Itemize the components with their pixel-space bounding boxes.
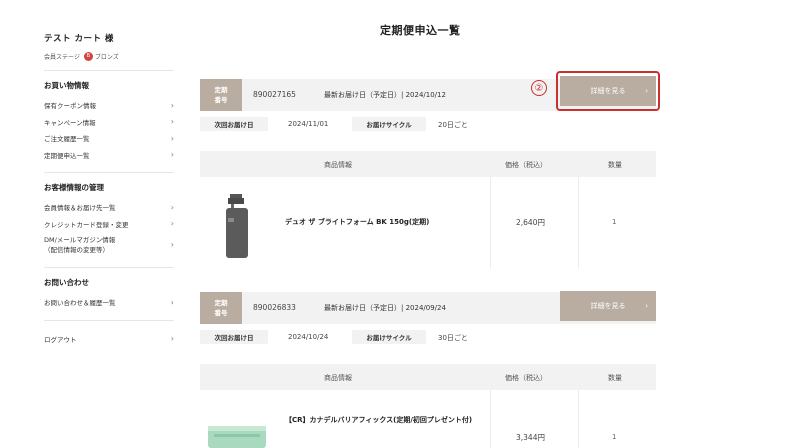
- sidebar-item-inquiries[interactable]: お問い合わせ＆履歴一覧 ›: [44, 294, 174, 311]
- sidebar-item-credit-card[interactable]: クレジットカード登録・変更 ›: [44, 216, 174, 233]
- next-delivery-label: 次回お届け日: [200, 117, 268, 131]
- product-image[interactable]: [206, 424, 268, 448]
- product-name[interactable]: 【CR】カナデルバリアフィックス(定期/初回プレゼント付): [285, 414, 485, 426]
- section-heading-shopping: お買い物情報: [44, 81, 89, 90]
- bronze-medal-icon: B: [83, 52, 93, 61]
- cycle-label: お届けサイクル: [352, 117, 426, 131]
- cycle-label: お届けサイクル: [352, 330, 426, 344]
- rank-value: ブロンズ: [94, 54, 119, 61]
- cycle-value: 20日ごと: [438, 121, 468, 129]
- section-heading-contact: お問い合わせ: [44, 278, 89, 287]
- annotation-step-number: ②: [531, 80, 547, 96]
- col-price: 価格（税込）: [505, 161, 547, 169]
- latest-delivery-date: 最新お届け日（予定日）| 2024/09/24: [324, 304, 446, 312]
- sidebar-item-order-history[interactable]: ご注文履歴一覧 ›: [44, 130, 174, 147]
- next-delivery-label: 次回お届け日: [200, 330, 268, 344]
- member-rank: 会員ステージ B ブロンズ: [44, 52, 174, 61]
- product-name[interactable]: デュオ ザ ブライトフォーム BK 150g(定期): [285, 216, 475, 228]
- logout-link[interactable]: ログアウト ›: [44, 331, 174, 348]
- sidebar-item-subscriptions[interactable]: 定期便申込一覧 ›: [44, 147, 174, 164]
- divider: [490, 390, 491, 448]
- section-heading-customer: お客様情報の管理: [44, 183, 104, 192]
- sidebar-item-member-info[interactable]: 会員情報＆お届け先一覧 ›: [44, 199, 174, 216]
- product-price: 3,344円: [516, 433, 545, 442]
- next-delivery-date: 2024/10/24: [288, 333, 329, 341]
- divider: [578, 390, 579, 448]
- divider: [44, 70, 174, 71]
- divider: [44, 319, 174, 321]
- col-qty: 数量: [608, 374, 622, 382]
- col-product: 商品情報: [324, 161, 352, 169]
- page-title: 定期便申込一覧: [380, 24, 461, 37]
- sidebar-item-newsletter[interactable]: DM/メールマガジン情報 （配信情報の変更等） ›: [44, 232, 174, 258]
- col-price: 価格（税込）: [505, 374, 547, 382]
- chevron-right-icon: ›: [170, 133, 174, 143]
- table-row: 【CR】カナデルバリアフィックス(定期/初回プレゼント付) 3,344円 1: [200, 390, 656, 448]
- chevron-right-icon: ›: [170, 117, 174, 127]
- order-badge: 定期 番号: [200, 79, 242, 111]
- order-number: 890026833: [253, 303, 296, 312]
- product-price: 2,640円: [516, 218, 545, 227]
- product-image[interactable]: [220, 192, 254, 260]
- divider: [44, 172, 174, 173]
- product-table-header: 商品情報 価格（税込） 数量: [200, 364, 656, 390]
- chevron-right-icon: ›: [170, 219, 174, 229]
- chevron-right-icon: ›: [170, 202, 174, 212]
- sidebar-item-coupons[interactable]: 保有クーポン情報 ›: [44, 97, 174, 114]
- rank-label: 会員ステージ: [44, 54, 80, 61]
- col-qty: 数量: [608, 161, 622, 169]
- order-number: 890027165: [253, 90, 296, 99]
- divider: [490, 177, 491, 269]
- sidebar: テスト カート 様 会員ステージ B ブロンズ お買い物情報 保有クーポン情報 ›…: [44, 22, 174, 347]
- order-badge: 定期 番号: [200, 292, 242, 324]
- chevron-right-icon: ›: [170, 297, 174, 307]
- cycle-value: 30日ごと: [438, 334, 468, 342]
- divider: [578, 177, 579, 269]
- sidebar-item-campaigns[interactable]: キャンペーン情報 ›: [44, 114, 174, 131]
- product-table-header: 商品情報 価格（税込） 数量: [200, 151, 656, 177]
- table-row: デュオ ザ ブライトフォーム BK 150g(定期) 2,640円 1: [200, 177, 656, 269]
- delivery-info-row: 次回お届け日 2024/11/01 お届けサイクル 20日ごと: [200, 117, 500, 133]
- delivery-info-row: 次回お届け日 2024/10/24 お届けサイクル 30日ごと: [200, 330, 500, 346]
- annotation-highlight-box: [556, 71, 660, 111]
- col-product: 商品情報: [324, 374, 352, 382]
- chevron-right-icon: ›: [170, 240, 174, 249]
- view-details-button[interactable]: 詳細を見る ›: [560, 291, 656, 321]
- latest-delivery-date: 最新お届け日（予定日）| 2024/10/12: [324, 91, 446, 99]
- chevron-right-icon: ›: [170, 150, 174, 160]
- divider: [44, 267, 174, 268]
- chevron-right-icon: ›: [170, 100, 174, 110]
- user-name: テスト カート 様: [44, 34, 114, 44]
- chevron-right-icon: ›: [170, 334, 174, 344]
- next-delivery-date: 2024/11/01: [288, 120, 329, 128]
- product-quantity: 1: [612, 218, 617, 226]
- chevron-right-icon: ›: [645, 302, 648, 310]
- product-quantity: 1: [612, 433, 617, 441]
